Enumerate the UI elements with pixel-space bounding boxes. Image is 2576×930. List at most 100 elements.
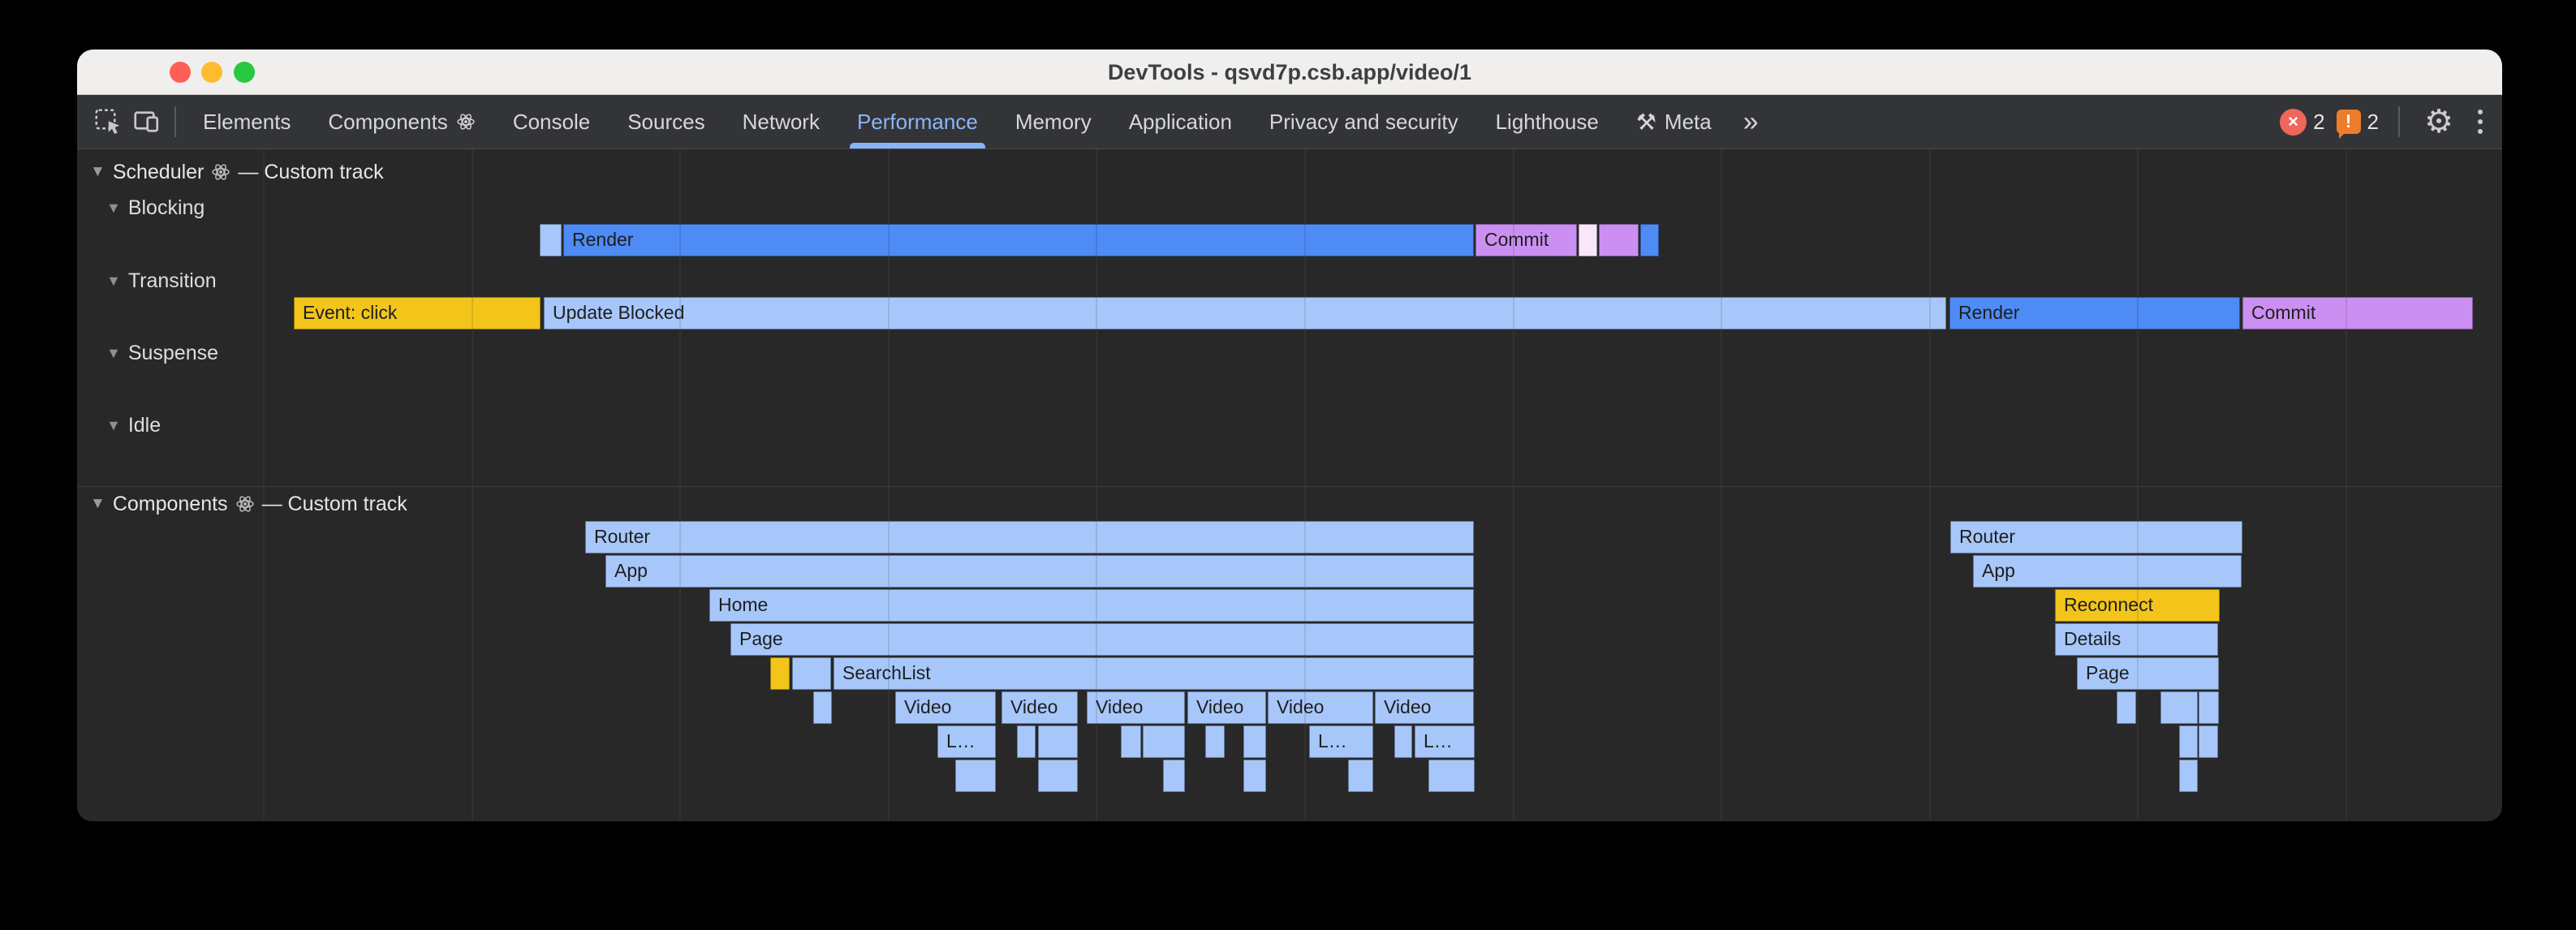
flame-bar-page[interactable]: Page (2077, 657, 2219, 690)
window-title: DevTools - qsvd7p.csb.app/video/1 (77, 50, 2502, 95)
collapse-triangle-icon: ▼ (90, 163, 106, 181)
flame-bar[interactable] (1121, 725, 1141, 758)
more-tabs-button[interactable]: » (1730, 97, 1772, 146)
flame-bar-commit[interactable]: Commit (1475, 224, 1577, 256)
gridline (2346, 149, 2347, 821)
lane-transition[interactable]: ▼ Transition (106, 268, 217, 294)
flame-bar-router[interactable]: Router (1950, 521, 2242, 553)
tab-sources[interactable]: Sources (609, 95, 723, 149)
settings-button[interactable]: ⚙ (2419, 101, 2458, 143)
tab-components[interactable]: Components (309, 95, 493, 149)
flame-bar-commit[interactable]: Commit (2242, 297, 2473, 329)
flame-bar-l[interactable]: L… (937, 725, 996, 758)
tab-meta[interactable]: ⚒Meta (1618, 95, 1730, 149)
flame-bar[interactable] (1428, 760, 1475, 792)
more-options-button[interactable] (2470, 110, 2491, 134)
flame-bar[interactable] (792, 657, 831, 690)
flame-bar[interactable] (1579, 224, 1597, 256)
flame-bar[interactable] (1348, 760, 1373, 792)
flame-bar-details[interactable]: Details (2055, 623, 2218, 656)
tab-label: Elements (203, 110, 291, 135)
tab-label: Sources (627, 110, 704, 135)
tab-elements[interactable]: Elements (184, 95, 309, 149)
flame-bar[interactable] (1640, 224, 1659, 256)
warning-icon: ! (2337, 110, 2361, 134)
flame-bar[interactable] (2179, 725, 2198, 758)
flame-bar[interactable] (1038, 760, 1078, 792)
flame-bar[interactable] (1394, 725, 1412, 758)
toolbar-separator (2398, 106, 2400, 137)
gridline (2346, 149, 2347, 821)
flame-bar[interactable] (813, 691, 832, 724)
flame-bar-app[interactable]: App (605, 555, 1474, 588)
inspect-element-button[interactable] (88, 101, 127, 143)
flame-bar-update-blocked[interactable]: Update Blocked (544, 297, 1946, 329)
tab-privacy-and-security[interactable]: Privacy and security (1251, 95, 1477, 149)
toggle-device-toolbar-button[interactable] (127, 101, 166, 143)
collapse-triangle-icon: ▼ (106, 200, 121, 217)
lane-suspense[interactable]: ▼ Suspense (106, 340, 218, 366)
flame-bar[interactable] (1017, 725, 1036, 758)
warning-badge[interactable]: ! 2 (2337, 110, 2379, 135)
flame-bar-video[interactable]: Video (1187, 691, 1266, 724)
flame-bar-video[interactable]: Video (1002, 691, 1078, 724)
flame-bar[interactable] (2199, 725, 2218, 758)
lane-label: Transition (128, 269, 217, 293)
flame-bar[interactable] (1243, 725, 1266, 758)
flame-bar-video[interactable]: Video (1268, 691, 1373, 724)
tab-label: Lighthouse (1496, 110, 1599, 135)
flame-bar[interactable] (1163, 760, 1185, 792)
flame-bar-l[interactable]: L… (1309, 725, 1373, 758)
flame-bar[interactable] (2179, 760, 2198, 792)
flame-bar-video[interactable]: Video (1087, 691, 1185, 724)
flame-bar[interactable] (1205, 725, 1225, 758)
gridline (263, 149, 265, 821)
tab-label: Performance (857, 110, 978, 135)
flame-bar[interactable] (2117, 691, 2136, 724)
flame-bar-home[interactable]: Home (709, 589, 1474, 622)
flame-bar[interactable] (1599, 224, 1639, 256)
gridline (472, 149, 473, 821)
flame-bar-router[interactable]: Router (585, 521, 1474, 553)
error-badge[interactable]: × 2 (2280, 109, 2324, 136)
tab-performance[interactable]: Performance (838, 95, 997, 149)
tab-application[interactable]: Application (1110, 95, 1251, 149)
selected-tab-underline (850, 143, 985, 149)
tab-memory[interactable]: Memory (997, 95, 1110, 149)
track-header-scheduler[interactable]: ▼ Scheduler — Custom track (90, 158, 384, 186)
flame-bar-l[interactable]: L… (1415, 725, 1475, 758)
toolbar-right-group: × 2 ! 2 ⚙ (2280, 101, 2491, 143)
flame-bar[interactable] (1243, 760, 1266, 792)
flame-bar[interactable] (540, 224, 562, 256)
lane-idle[interactable]: ▼ Idle (106, 412, 161, 438)
flame-bar-event-click[interactable]: Event: click (294, 297, 541, 329)
react-atom-icon (456, 112, 476, 131)
gridline (2137, 149, 2139, 821)
tab-network[interactable]: Network (724, 95, 838, 149)
tab-label: Network (743, 110, 820, 135)
tab-label: Console (513, 110, 590, 135)
tab-lighthouse[interactable]: Lighthouse (1477, 95, 1618, 149)
tab-label: Application (1129, 110, 1232, 135)
track-header-components[interactable]: ▼ Components — Custom track (90, 490, 407, 518)
flame-bar[interactable] (955, 760, 996, 792)
track-suffix: — Custom track (262, 493, 407, 516)
flame-bar-render[interactable]: Render (1949, 297, 2240, 329)
flame-bar[interactable] (1038, 725, 1078, 758)
flame-bar-reconnect[interactable]: Reconnect (2055, 589, 2220, 622)
flame-bar[interactable] (770, 657, 790, 690)
lane-label: Blocking (128, 196, 205, 220)
flame-bar-video[interactable]: Video (895, 691, 996, 724)
window-titlebar: DevTools - qsvd7p.csb.app/video/1 (77, 50, 2502, 95)
flame-bar[interactable] (2160, 691, 2198, 724)
flame-bar[interactable] (2199, 691, 2219, 724)
lane-blocking[interactable]: ▼ Blocking (106, 195, 205, 221)
flame-bar-render[interactable]: Render (563, 224, 1474, 256)
tab-console[interactable]: Console (494, 95, 609, 149)
flame-bar[interactable] (1143, 725, 1185, 758)
flame-bar-searchlist[interactable]: SearchList (834, 657, 1474, 690)
flame-bar-app[interactable]: App (1973, 555, 2242, 588)
flame-bar-video[interactable]: Video (1375, 691, 1474, 724)
flame-bar-page[interactable]: Page (730, 623, 1474, 656)
collapse-triangle-icon: ▼ (106, 417, 121, 434)
